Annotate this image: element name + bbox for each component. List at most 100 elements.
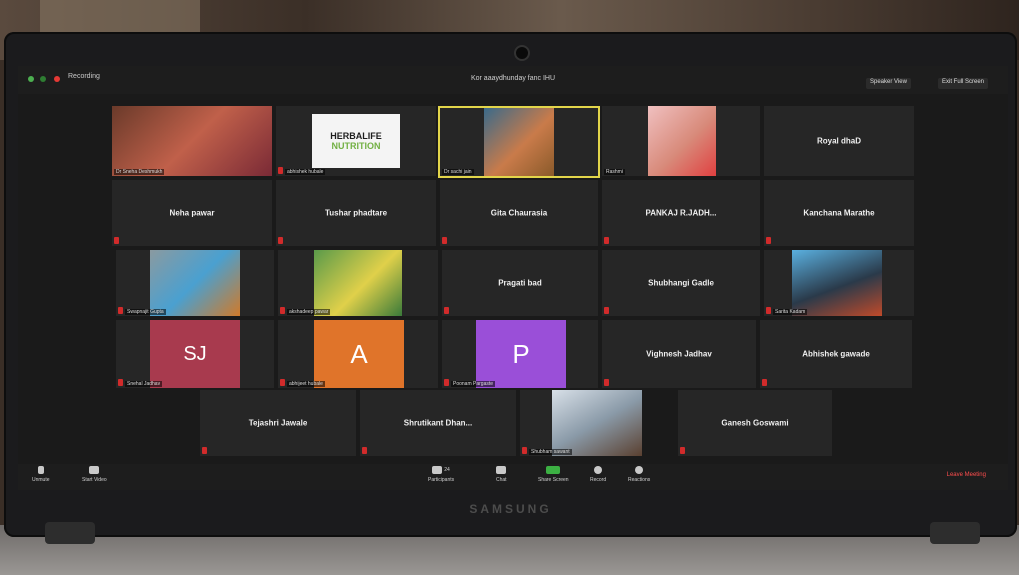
participant-tile[interactable]: Vighnesh Jadhav bbox=[602, 320, 756, 388]
muted-mic-icon bbox=[680, 447, 685, 454]
participant-tile[interactable]: Shrutikant Dhan... bbox=[360, 390, 516, 456]
muted-mic-icon bbox=[280, 307, 285, 314]
participant-name: Swapnajit Gupta bbox=[125, 309, 166, 315]
participant-tile[interactable]: Ganesh Goswami bbox=[678, 390, 832, 456]
muted-mic-icon bbox=[118, 379, 123, 386]
muted-mic-icon bbox=[278, 167, 283, 174]
participant-name: Royal dhaD bbox=[816, 136, 861, 146]
participant-tile[interactable]: Neha pawar bbox=[112, 180, 272, 246]
participant-name: akshadeep pawar bbox=[287, 309, 331, 315]
reaction-smiley-icon bbox=[635, 466, 644, 474]
chat-label: Chat bbox=[496, 477, 507, 483]
participant-name: Poonam Pargaste bbox=[451, 381, 496, 387]
participant-tile[interactable]: Abhishek gawade bbox=[760, 320, 912, 388]
participant-tile-active-speaker[interactable]: Dr sachi jain bbox=[438, 106, 600, 178]
participant-tile[interactable]: akshadeep pawar bbox=[278, 250, 438, 316]
muted-mic-icon bbox=[766, 307, 771, 314]
video-camera-icon bbox=[89, 466, 100, 474]
reactions-label: Reactions bbox=[628, 477, 651, 483]
participant-name: Snehal Jadhav bbox=[125, 381, 163, 387]
participant-tile[interactable]: Sarita Kadam bbox=[764, 250, 914, 316]
participant-tile[interactable]: Gita Chaurasia bbox=[440, 180, 598, 246]
muted-mic-icon bbox=[444, 379, 449, 386]
meeting-title: Kor aaaydhunday fanc IHU bbox=[470, 75, 556, 82]
start-video-label: Start Video bbox=[82, 477, 107, 483]
top-bar: Recording Kor aaaydhunday fanc IHU Speak… bbox=[18, 66, 1008, 94]
participant-tile[interactable]: Pragati bad bbox=[442, 250, 598, 316]
microphone-icon bbox=[37, 466, 44, 474]
participant-name: Sarita Kadam bbox=[773, 309, 808, 315]
avatar: SJ bbox=[150, 320, 240, 388]
participant-video bbox=[552, 390, 642, 456]
record-button[interactable]: Record bbox=[590, 466, 606, 483]
participant-tile[interactable]: P Poonam Pargaste bbox=[442, 320, 598, 388]
share-screen-button[interactable]: Share Screen bbox=[538, 466, 569, 483]
muted-mic-icon bbox=[202, 447, 207, 454]
participant-tile[interactable]: A abhijeet hubale bbox=[278, 320, 438, 388]
meeting-toolbar: Unmute Start Video 24 Participants Chat … bbox=[18, 464, 1008, 490]
chat-icon bbox=[496, 466, 507, 474]
muted-mic-icon bbox=[362, 447, 367, 454]
participant-name: Shubhangi Gadle bbox=[648, 278, 714, 288]
participant-name: abhishek hubale bbox=[285, 169, 326, 175]
participant-tile[interactable]: Dr Sneha Deshmukh bbox=[112, 106, 272, 176]
participant-name: Vighnesh Jadhav bbox=[646, 349, 712, 359]
participants-button[interactable]: 24 Participants bbox=[428, 466, 454, 483]
muted-mic-icon bbox=[280, 379, 285, 386]
participant-tile[interactable]: Shubham sawant bbox=[520, 390, 642, 456]
leave-meeting-button[interactable]: Leave Meeting bbox=[947, 472, 986, 478]
participant-tile[interactable]: Shubhangi Gadle bbox=[602, 250, 760, 316]
muted-mic-icon bbox=[522, 447, 527, 454]
left-hinge bbox=[45, 522, 95, 544]
participant-tile[interactable]: SJ Snehal Jadhav bbox=[116, 320, 274, 388]
speaker-view-button[interactable]: Speaker View bbox=[866, 78, 911, 89]
start-video-button[interactable]: Start Video bbox=[82, 466, 107, 483]
logo-line-1: HERBALIFE bbox=[330, 131, 382, 141]
participant-video bbox=[150, 250, 240, 316]
participant-tile[interactable]: Kanchana Marathe bbox=[764, 180, 914, 246]
participant-name: abhijeet hubale bbox=[287, 381, 325, 387]
participant-video bbox=[792, 250, 882, 316]
participant-name: Pragati bad bbox=[498, 278, 542, 288]
participant-name: Gita Chaurasia bbox=[490, 208, 548, 218]
participant-video bbox=[112, 106, 272, 176]
participants-icon bbox=[432, 466, 443, 474]
participant-video bbox=[648, 106, 716, 176]
participant-name: Abhishek gawade bbox=[802, 349, 870, 359]
record-label: Record bbox=[590, 477, 607, 483]
share-screen-icon bbox=[546, 466, 561, 474]
participant-tile[interactable]: Rashmi bbox=[602, 106, 760, 176]
record-icon bbox=[594, 466, 603, 474]
participant-tile[interactable]: Swapnajit Gupta bbox=[116, 250, 274, 316]
muted-mic-icon bbox=[604, 379, 609, 386]
muted-mic-icon bbox=[604, 307, 609, 314]
share-screen-label: Share Screen bbox=[538, 477, 569, 483]
unmute-button[interactable]: Unmute bbox=[32, 466, 50, 483]
zoom-window: Recording Kor aaaydhunday fanc IHU Speak… bbox=[18, 66, 1008, 490]
muted-mic-icon bbox=[444, 307, 449, 314]
participant-name: Dr sachi jain bbox=[442, 169, 474, 175]
muted-mic-icon bbox=[442, 237, 447, 244]
chat-button[interactable]: Chat bbox=[496, 466, 507, 483]
participant-video bbox=[314, 250, 402, 316]
webcam-icon bbox=[514, 45, 530, 61]
participant-tile[interactable]: Tejashri Jawale bbox=[200, 390, 356, 456]
participant-tile[interactable]: HERBALIFE NUTRITION abhishek hubale bbox=[276, 106, 436, 176]
muted-mic-icon bbox=[762, 379, 767, 386]
muted-mic-icon bbox=[114, 237, 119, 244]
laptop-brand: SAMSUNG bbox=[469, 502, 552, 516]
avatar: A bbox=[314, 320, 404, 388]
participant-name: Ganesh Goswami bbox=[721, 418, 789, 428]
participant-tile[interactable]: PANKAJ R.JADH... bbox=[602, 180, 760, 246]
reactions-button[interactable]: Reactions bbox=[628, 466, 650, 483]
herbalife-logo: HERBALIFE NUTRITION bbox=[312, 114, 400, 168]
fullscreen-button[interactable]: Exit Full Screen bbox=[938, 78, 989, 89]
unmute-label: Unmute bbox=[32, 477, 50, 483]
muted-mic-icon bbox=[766, 237, 771, 244]
participant-name: Shrutikant Dhan... bbox=[403, 418, 473, 428]
participant-name: Dr Sneha Deshmukh bbox=[114, 169, 165, 175]
participant-tile[interactable]: Royal dhaD bbox=[764, 106, 914, 176]
participant-tile[interactable]: Tushar phadtare bbox=[276, 180, 436, 246]
participant-name: Tejashri Jawale bbox=[248, 418, 308, 428]
muted-mic-icon bbox=[278, 237, 283, 244]
